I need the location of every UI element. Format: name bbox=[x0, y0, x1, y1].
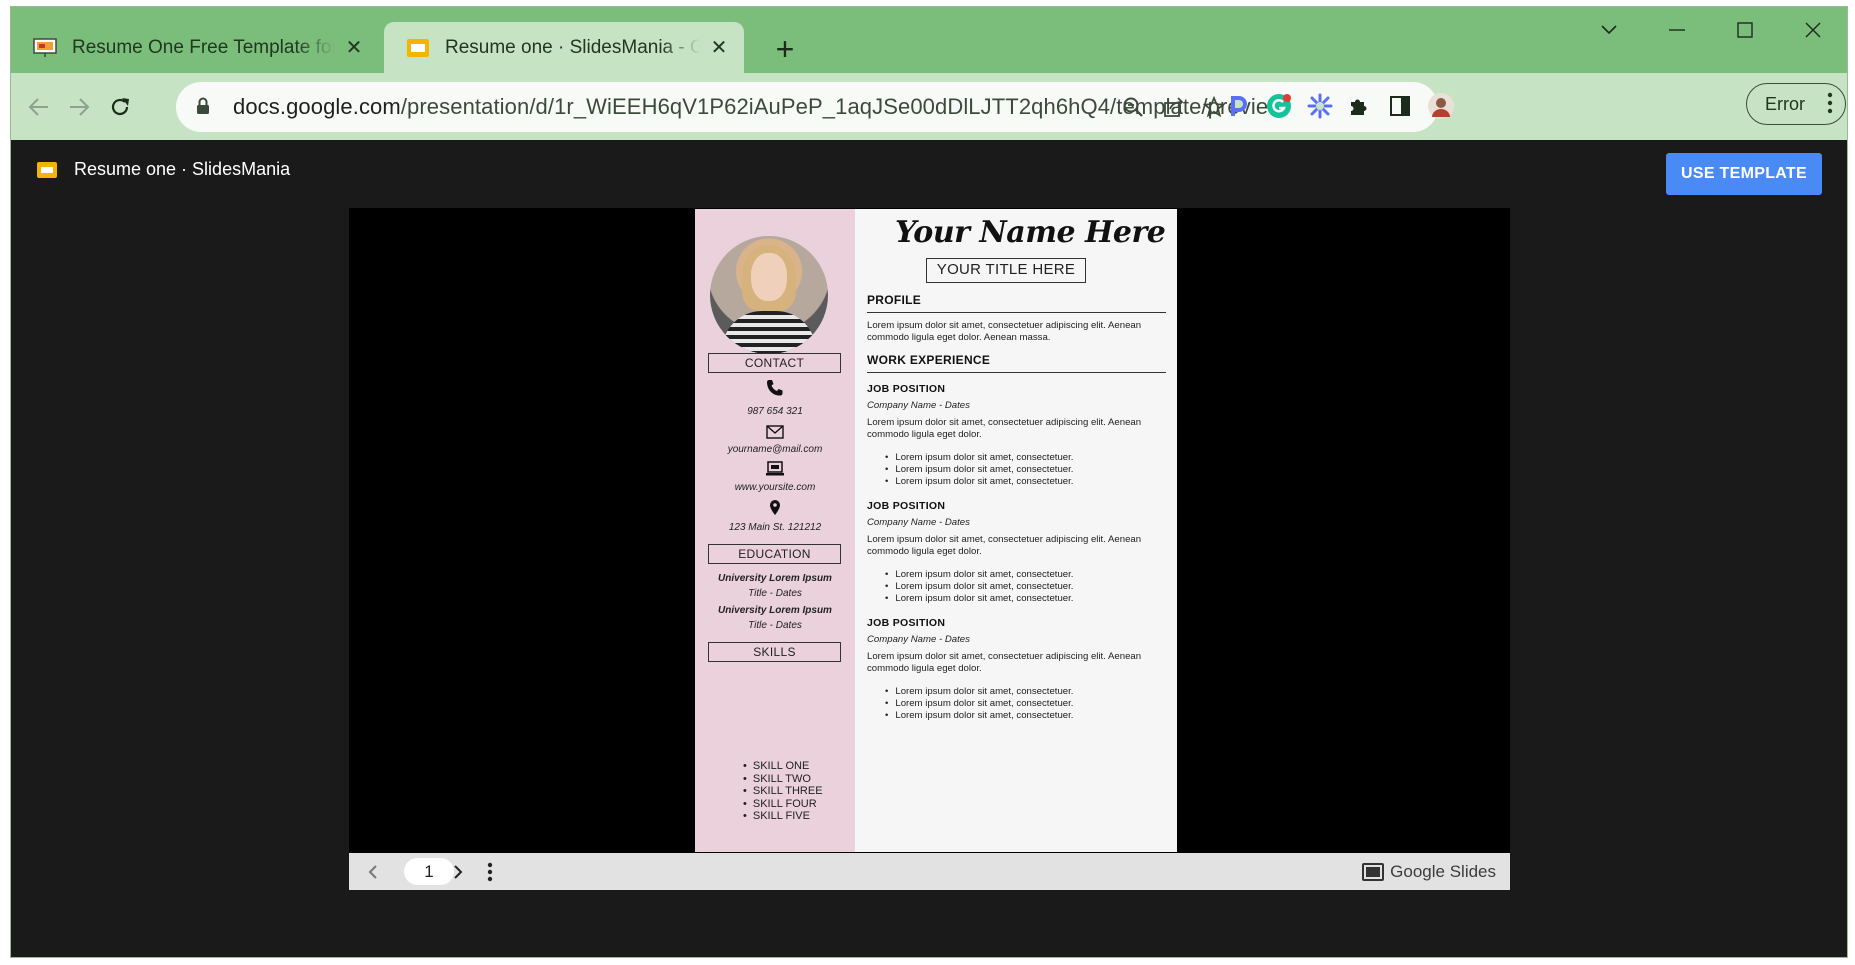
job-description: Lorem ipsum dolor sit amet, consectetuer… bbox=[867, 417, 1142, 440]
use-template-button[interactable]: USE TEMPLATE bbox=[1666, 153, 1822, 195]
forward-button[interactable] bbox=[59, 87, 99, 127]
education-title: Title - Dates bbox=[748, 620, 802, 631]
side-panel-icon[interactable] bbox=[1385, 91, 1415, 121]
slides-footer-bar: 1 Google Slides bbox=[349, 853, 1510, 890]
phone-icon bbox=[695, 379, 855, 402]
zoom-icon[interactable] bbox=[1120, 94, 1146, 120]
resume-name: Your Name Here bbox=[895, 215, 1166, 250]
browser-toolbar: docs.google.com/presentation/d/1r_WiEEH6… bbox=[11, 73, 1847, 140]
close-window-button[interactable] bbox=[1779, 7, 1847, 53]
skill-item: SKILL TWO bbox=[743, 773, 823, 786]
resume-sidebar: CONTACT 987 654 321 yourname@mail.com ww… bbox=[695, 209, 855, 852]
resume-slide: CONTACT 987 654 321 yourname@mail.com ww… bbox=[695, 209, 1177, 852]
website-text: www.yoursite.com bbox=[734, 482, 816, 493]
reload-button[interactable] bbox=[100, 87, 140, 127]
more-options-icon[interactable] bbox=[478, 860, 502, 884]
contact-header: CONTACT bbox=[708, 353, 841, 373]
envelope-icon bbox=[695, 423, 855, 444]
job-bullet: Lorem ipsum dolor sit amet, consectetuer… bbox=[885, 476, 1073, 488]
page-content: Resume one · SlidesMania USE TEMPLATE CO… bbox=[11, 140, 1847, 957]
laptop-icon bbox=[695, 461, 855, 482]
back-button[interactable] bbox=[19, 87, 59, 127]
tab-title: Resume one · SlidesMania - Google Slides bbox=[445, 36, 700, 58]
maximize-button[interactable] bbox=[1711, 7, 1779, 53]
job-description: Lorem ipsum dolor sit amet, consectetuer… bbox=[867, 651, 1142, 674]
skills-header: SKILLS bbox=[708, 642, 841, 662]
new-tab-button[interactable]: + bbox=[767, 31, 803, 67]
job-position: JOB POSITION bbox=[867, 500, 946, 512]
lock-icon bbox=[197, 97, 209, 114]
job-bullets: Lorem ipsum dolor sit amet, consectetuer… bbox=[885, 569, 1073, 604]
slides-presentation-icon bbox=[33, 37, 57, 57]
education-header: EDUCATION bbox=[708, 544, 841, 564]
skills-list: SKILL ONE SKILL TWO SKILL THREE SKILL FO… bbox=[743, 760, 823, 823]
job-bullet: Lorem ipsum dolor sit amet, consectetuer… bbox=[885, 452, 1073, 464]
more-menu-icon bbox=[1827, 92, 1833, 114]
skill-item: SKILL FIVE bbox=[743, 810, 823, 823]
tab-title: Resume One Free Template for Google Slid… bbox=[72, 36, 335, 58]
job-bullets: Lorem ipsum dolor sit amet, consectetuer… bbox=[885, 686, 1073, 721]
job-description: Lorem ipsum dolor sit amet, consectetuer… bbox=[867, 534, 1142, 557]
profile-text: Lorem ipsum dolor sit amet, consectetuer… bbox=[867, 320, 1142, 343]
minimize-button[interactable] bbox=[1643, 7, 1711, 53]
close-tab-icon[interactable]: ✕ bbox=[343, 37, 365, 59]
email-text: yourname@mail.com bbox=[727, 444, 823, 455]
job-bullet: Lorem ipsum dolor sit amet, consectetuer… bbox=[885, 686, 1073, 698]
job-position: JOB POSITION bbox=[867, 617, 946, 629]
error-label: Error bbox=[1765, 93, 1805, 114]
google-slides-logo-icon bbox=[37, 162, 57, 178]
job-bullets: Lorem ipsum dolor sit amet, consectetuer… bbox=[885, 452, 1073, 487]
slide-stage[interactable]: CONTACT 987 654 321 yourname@mail.com ww… bbox=[349, 208, 1510, 853]
skill-item: SKILL ONE bbox=[743, 760, 823, 773]
url-path: /presentation/d/1r_WiEEH6qV1P62iAuPeP_1a… bbox=[400, 94, 1285, 119]
google-slides-icon bbox=[407, 38, 429, 57]
work-experience-header: WORK EXPERIENCE bbox=[867, 353, 1166, 373]
address-text: 123 Main St. 121212 bbox=[728, 522, 822, 533]
tab-resume-one-slidesmania[interactable]: Resume one · SlidesMania - Google Slides… bbox=[384, 22, 744, 73]
tab-search-chevron-icon[interactable] bbox=[1575, 7, 1643, 53]
phone-text: 987 654 321 bbox=[747, 406, 803, 417]
job-bullet: Lorem ipsum dolor sit amet, consectetuer… bbox=[885, 593, 1073, 605]
profile-error-button[interactable]: Error bbox=[1746, 83, 1846, 125]
tab-resume-one-free-template[interactable]: Resume One Free Template for Google Slid… bbox=[11, 22, 379, 73]
profile-avatar[interactable] bbox=[1426, 91, 1456, 121]
google-slides-label: Google Slides bbox=[1390, 862, 1496, 881]
job-bullet: Lorem ipsum dolor sit amet, consectetuer… bbox=[885, 581, 1073, 593]
job-bullet: Lorem ipsum dolor sit amet, consectetuer… bbox=[885, 698, 1073, 710]
google-slides-link[interactable]: Google Slides bbox=[1362, 862, 1496, 882]
resume-title: YOUR TITLE HERE bbox=[926, 258, 1086, 283]
job-company: Company Name - Dates bbox=[867, 400, 970, 411]
education-title: Title - Dates bbox=[748, 588, 802, 599]
job-bullet: Lorem ipsum dolor sit amet, consectetuer… bbox=[885, 464, 1073, 476]
job-position: JOB POSITION bbox=[867, 383, 946, 395]
job-company: Company Name - Dates bbox=[867, 634, 970, 645]
url-host: docs.google.com bbox=[233, 94, 401, 119]
skill-item: SKILL THREE bbox=[743, 785, 823, 798]
extension-d-icon[interactable] bbox=[1223, 91, 1253, 121]
close-tab-icon[interactable]: ✕ bbox=[708, 37, 730, 59]
browser-window: Resume One Free Template for Google Slid… bbox=[10, 6, 1848, 958]
next-slide-button[interactable] bbox=[446, 860, 470, 884]
asterisk-extension-icon[interactable] bbox=[1305, 91, 1335, 121]
window-controls bbox=[1575, 7, 1847, 53]
profile-header: PROFILE bbox=[867, 293, 1166, 313]
skill-item: SKILL FOUR bbox=[743, 798, 823, 811]
puzzle-extensions-icon[interactable] bbox=[1345, 91, 1375, 121]
share-icon[interactable] bbox=[1161, 94, 1187, 120]
previous-slide-button[interactable] bbox=[361, 860, 385, 884]
profile-photo bbox=[710, 236, 828, 354]
document-title: Resume one · SlidesMania bbox=[74, 159, 291, 179]
job-bullet: Lorem ipsum dolor sit amet, consectetuer… bbox=[885, 710, 1073, 722]
google-slides-icon bbox=[1362, 863, 1385, 881]
grammarly-icon[interactable] bbox=[1264, 91, 1294, 121]
job-company: Company Name - Dates bbox=[867, 517, 970, 528]
education-name: University Lorem Ipsum bbox=[718, 573, 832, 584]
tab-strip: Resume One Free Template for Google Slid… bbox=[11, 7, 1847, 73]
job-bullet: Lorem ipsum dolor sit amet, consectetuer… bbox=[885, 569, 1073, 581]
education-name: University Lorem Ipsum bbox=[718, 605, 832, 616]
map-pin-icon bbox=[695, 499, 855, 521]
